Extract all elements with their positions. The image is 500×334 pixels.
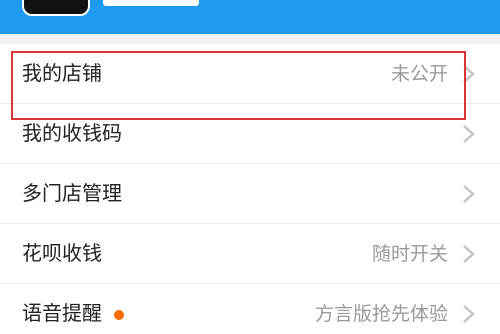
menu-item-label: 花呗收钱 bbox=[22, 241, 102, 265]
chevron-right-icon bbox=[463, 305, 475, 323]
menu-item-label: 多门店管理 bbox=[22, 181, 122, 205]
menu-item-multi-store[interactable]: 多门店管理 bbox=[0, 164, 500, 224]
account-badge bbox=[103, 0, 199, 6]
menu-item-value: 随时开关 bbox=[371, 243, 448, 265]
chevron-right-icon bbox=[463, 65, 475, 83]
menu-item-label: 我的收钱码 bbox=[22, 121, 122, 145]
avatar[interactable] bbox=[22, 0, 90, 16]
menu-item-label: 语音提醒 bbox=[22, 301, 102, 325]
menu-item-huabei[interactable]: 花呗收钱 随时开关 bbox=[0, 224, 500, 284]
chevron-right-icon bbox=[463, 245, 475, 263]
menu-item-my-shop[interactable]: 我的店铺 未公开 bbox=[0, 44, 500, 104]
menu-item-voice-reminder[interactable]: 语音提醒 方言版抢先体验 bbox=[0, 284, 500, 334]
menu-item-label: 我的店铺 bbox=[22, 61, 102, 85]
menu-item-qr-code[interactable]: 我的收钱码 bbox=[0, 104, 500, 164]
settings-list: 我的店铺 未公开 我的收钱码 多门店管理 花呗收钱 随时开关 语音提醒 方言版抢… bbox=[0, 44, 500, 334]
menu-item-value: 方言版抢先体验 bbox=[314, 303, 448, 325]
account-header bbox=[0, 0, 500, 34]
menu-item-value: 未公开 bbox=[390, 63, 448, 85]
chevron-right-icon bbox=[463, 185, 475, 203]
chevron-right-icon bbox=[463, 125, 475, 143]
